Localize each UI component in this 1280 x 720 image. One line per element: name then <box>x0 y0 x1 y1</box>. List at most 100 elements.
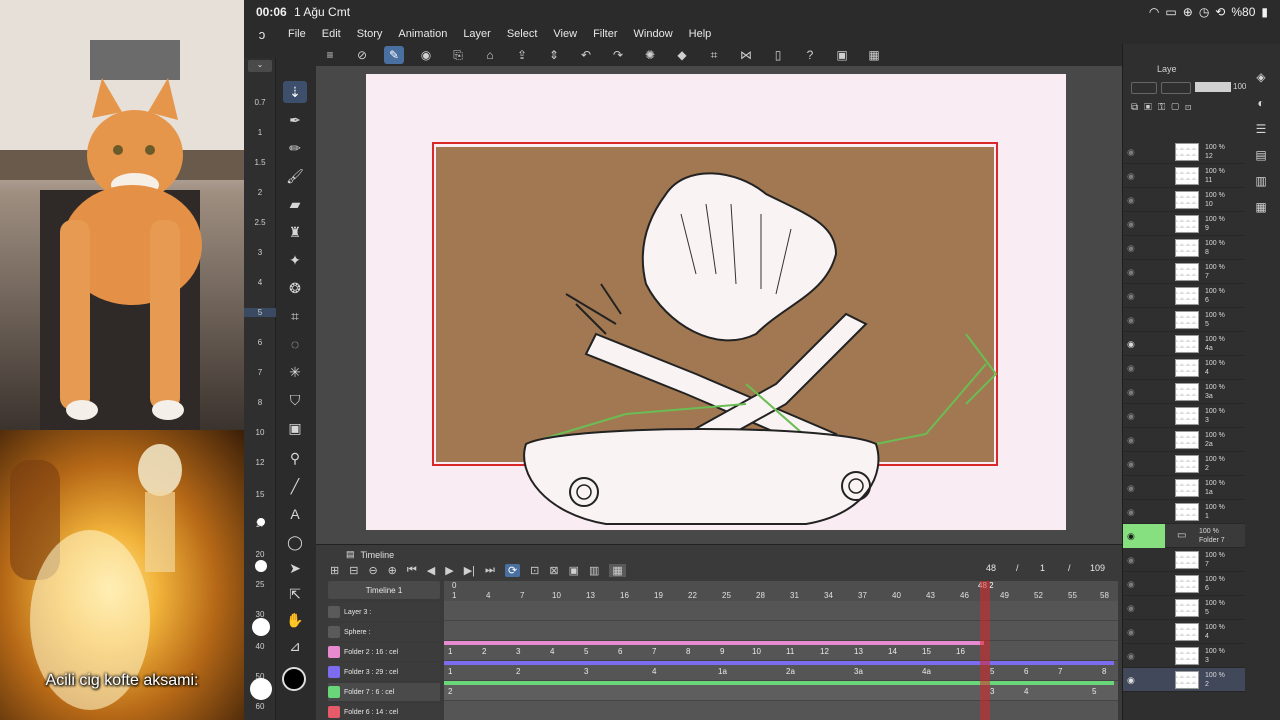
brush-size-16[interactable]: 25 <box>244 580 276 589</box>
eye-icon[interactable]: ◉ <box>1127 339 1135 350</box>
track-sphere[interactable] <box>444 621 1118 641</box>
export-icon[interactable]: ⇪ <box>512 46 532 64</box>
transform-icon[interactable]: ⌗ <box>704 46 724 64</box>
main-color-swatch[interactable] <box>282 667 306 691</box>
pen-tool-icon[interactable]: ✒ <box>283 109 307 131</box>
brush-size-5[interactable]: 3 <box>244 248 276 257</box>
layer-item[interactable]: ◉ 100 % 6 <box>1123 284 1245 308</box>
eye-icon[interactable]: ◉ <box>1127 243 1135 254</box>
brush-size-2[interactable]: 1.5 <box>244 158 276 167</box>
stamp-tool-icon[interactable]: ♜ <box>283 221 307 243</box>
eye-icon[interactable]: ◉ <box>1127 387 1135 398</box>
eye-icon[interactable]: ◉ <box>1127 267 1135 278</box>
layer-item-selected[interactable]: ◉ 100 % 2 <box>1123 668 1245 692</box>
opacity-slider[interactable] <box>1195 82 1231 92</box>
new-timeline-icon[interactable]: ⊞ <box>330 564 339 577</box>
frame-ruler[interactable]: 0 1 4 7 10 13 16 19 22 25 28 31 34 37 40… <box>444 581 1118 601</box>
brush-size-8[interactable]: 6 <box>244 338 276 347</box>
layer-item[interactable]: ◉ 100 % 2a <box>1123 428 1245 452</box>
menu-animation[interactable]: Animation <box>390 28 455 40</box>
palette-icon[interactable]: ◐ <box>1249 92 1273 114</box>
track-layer3[interactable] <box>444 601 1118 621</box>
sparkle-tool-icon[interactable]: ✦ <box>283 249 307 271</box>
eye-icon[interactable]: ◉ <box>1127 147 1135 158</box>
blend-mode-toggle[interactable] <box>1131 82 1157 94</box>
layer-item[interactable]: ◉ 100 % 4 <box>1123 356 1245 380</box>
new-file-icon[interactable]: ⎘ <box>448 46 468 64</box>
layer-item[interactable]: ◉ 100 % 7 <box>1123 548 1245 572</box>
brush-size-18[interactable]: 40 <box>244 642 276 651</box>
brush-size-15[interactable]: 20 <box>244 550 276 559</box>
eye-icon[interactable]: ◉ <box>1127 291 1135 302</box>
redo-icon[interactable]: ↷ <box>608 46 628 64</box>
brush-size-20[interactable]: 60 <box>244 702 276 711</box>
eye-icon[interactable]: ◉ <box>1127 675 1135 686</box>
layer-item[interactable]: ◉ 100 % 10 <box>1123 188 1245 212</box>
layer-item[interactable]: ◉ 100 % 3 <box>1123 404 1245 428</box>
layer-tab-label[interactable]: Laye <box>1157 64 1177 74</box>
blend-tool-icon[interactable]: ❂ <box>283 277 307 299</box>
layer-item[interactable]: ◉ 100 % 1a <box>1123 476 1245 500</box>
fill-icon[interactable]: ◆ <box>672 46 692 64</box>
onion-skin-icon[interactable]: ◉ <box>416 46 436 64</box>
device-icon[interactable]: ▯ <box>768 46 788 64</box>
enable-onion-icon[interactable]: ▦ <box>609 563 626 577</box>
brush-size-10[interactable]: 8 <box>244 398 276 407</box>
grid-tool-icon[interactable]: ⌗ <box>283 305 307 327</box>
track-folder2[interactable]: 1 2 3 4 5 6 7 8 9 10 11 12 13 14 15 16 <box>444 641 1118 661</box>
eyedropper-tool-icon[interactable]: ⊿ <box>283 635 307 657</box>
menu-story[interactable]: Story <box>349 28 391 40</box>
menu-file[interactable]: File <box>280 28 314 40</box>
eye-icon[interactable]: ◉ <box>1127 171 1135 182</box>
eye-icon[interactable]: ◉ <box>1127 507 1135 518</box>
light-table-icon[interactable]: ▥ <box>589 564 599 577</box>
layer-item[interactable]: ◉ 100 % 8 <box>1123 236 1245 260</box>
hand-tool-icon[interactable]: ✋ <box>283 609 307 631</box>
grid-icon[interactable]: ▦ <box>864 46 884 64</box>
eye-icon[interactable]: ◉ <box>1127 459 1135 470</box>
eye-icon[interactable]: ◉ <box>1127 555 1135 566</box>
first-frame-icon[interactable]: ⏮ <box>407 564 417 577</box>
brush-size-0[interactable]: 0.7 <box>244 98 276 107</box>
canvas-icon[interactable]: ▣ <box>832 46 852 64</box>
eye-icon[interactable]: ◉ <box>1127 627 1135 638</box>
layer-item[interactable]: ◉ 100 % 5 <box>1123 596 1245 620</box>
layer-item[interactable]: ◉ 100 % 2 <box>1123 452 1245 476</box>
layer-item[interactable]: ◉ 100 % 4 <box>1123 620 1245 644</box>
new-cel-icon[interactable]: ⊡ <box>530 564 539 577</box>
menu-view[interactable]: View <box>545 28 585 40</box>
operation-tool-icon[interactable]: ➤ <box>283 557 307 579</box>
menu-filter[interactable]: Filter <box>585 28 625 40</box>
menu-window[interactable]: Window <box>626 28 681 40</box>
eye-icon[interactable]: ◉ <box>1127 315 1135 326</box>
help-icon[interactable]: ? <box>800 46 820 64</box>
track-folder3[interactable]: 1 2 3 4 1a 2a 3a 4a 5 6 7 8 <box>444 661 1118 681</box>
layer-item[interactable]: ◉ 100 % 5 <box>1123 308 1245 332</box>
library-icon[interactable]: ▦ <box>1249 196 1273 218</box>
brush-size-7[interactable]: 5 <box>244 308 276 317</box>
pencil-tool-icon[interactable]: ✏ <box>283 137 307 159</box>
eye-icon[interactable]: ◉ <box>1127 363 1135 374</box>
timeline-tab[interactable]: ▤ Timeline <box>346 549 394 560</box>
layer-folder-item[interactable]: ◉ ▭ 100 % Folder 7 <box>1123 524 1245 548</box>
layer-item[interactable]: ◉ 100 % 7 <box>1123 260 1245 284</box>
timeline-layer-folder6[interactable]: Folder 6 : 14 : cel <box>328 703 440 720</box>
hamburger-icon[interactable]: ≡ <box>320 46 340 64</box>
menu-select[interactable]: Select <box>499 28 546 40</box>
fill-tool-icon[interactable]: ⛉ <box>283 389 307 411</box>
menu-edit[interactable]: Edit <box>314 28 349 40</box>
open-folder-icon[interactable]: ⌂ <box>480 46 500 64</box>
eraser-tool-icon[interactable]: ▰ <box>283 193 307 215</box>
last-frame-icon[interactable]: ⏭ <box>485 564 495 577</box>
menu-help[interactable]: Help <box>681 28 720 40</box>
layer-item[interactable]: ◉ 100 % 9 <box>1123 212 1245 236</box>
track-folder7[interactable]: 2 3 4 5 <box>444 681 1118 701</box>
eye-icon[interactable]: ◉ <box>1127 435 1135 446</box>
eye-icon[interactable]: ◉ <box>1127 579 1135 590</box>
timeline-layer-folder3[interactable]: Folder 3 : 29 : cel <box>328 663 440 681</box>
brush-size-9[interactable]: 7 <box>244 368 276 377</box>
app-logo-icon[interactable]: ↄ <box>244 27 280 42</box>
wand-tool-icon[interactable]: ✳ <box>283 361 307 383</box>
layer-item[interactable]: ◉ 100 % 6 <box>1123 572 1245 596</box>
flip-icon[interactable]: ⋈ <box>736 46 756 64</box>
